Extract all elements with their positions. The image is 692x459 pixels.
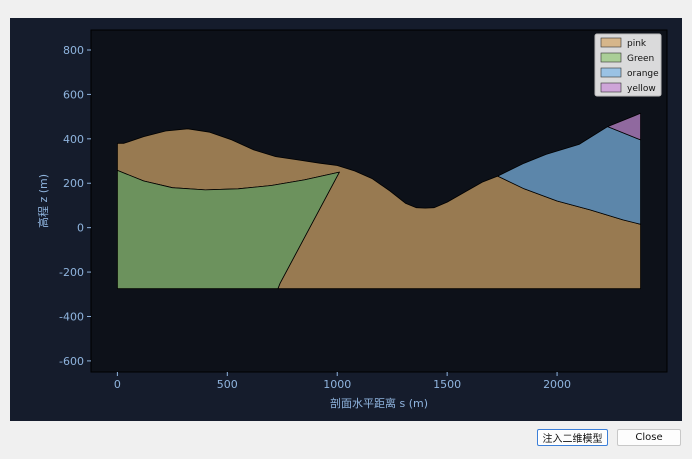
figure-panel: 0 500 1000 1500 2000 -600 -400 -200 0 200 400 600 8… (10, 18, 682, 421)
legend-label-yellow: yellow (627, 84, 656, 94)
y-tick-label: 600 (63, 88, 84, 101)
x-tick-label: 0 (114, 378, 121, 391)
legend-label-pink: pink (627, 39, 647, 49)
y-tick-label: 200 (63, 177, 84, 190)
x-axis-label: 剖面水平距离 s (m) (330, 396, 428, 410)
y-tick-label: -200 (59, 266, 84, 279)
legend-swatch-pink (600, 37, 622, 48)
y-axis-ticks: -600 -400 -200 0 200 400 600 800 (59, 44, 91, 368)
legend-swatch-yellow (600, 82, 622, 93)
y-axis-label: 高程 z (m) (36, 174, 50, 228)
legend-swatch-green (600, 52, 622, 63)
inject-2d-model-button[interactable]: 注入二维模型 (537, 429, 608, 446)
x-axis-ticks: 0 500 1000 1500 2000 (114, 372, 571, 391)
x-tick-label: 1000 (323, 378, 351, 391)
y-tick-label: 800 (63, 44, 84, 57)
x-tick-label: 500 (217, 378, 238, 391)
y-tick-label: -400 (59, 310, 84, 323)
x-tick-label: 2000 (543, 378, 571, 391)
y-tick-label: 400 (63, 133, 84, 146)
legend-label-green: Green (627, 54, 654, 64)
legend-swatch-orange (600, 67, 622, 78)
x-tick-label: 1500 (433, 378, 461, 391)
legend-label-orange: orange (627, 69, 659, 79)
legend: pink Green orange yellow (594, 33, 662, 97)
y-tick-label: 0 (77, 222, 84, 235)
profile-chart: 0 500 1000 1500 2000 -600 -400 -200 0 200 400 600 8… (36, 29, 668, 410)
close-button[interactable]: Close (617, 429, 681, 446)
y-tick-label: -600 (59, 355, 84, 368)
